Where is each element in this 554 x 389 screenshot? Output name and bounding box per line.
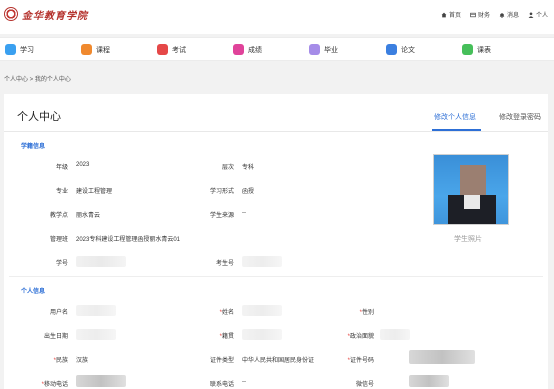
phone-value: -- (242, 379, 246, 385)
study-mode-label: 学习形式 (209, 189, 234, 195)
profile-link-label: 个人 (535, 13, 548, 19)
username-redacted (76, 305, 116, 316)
nav-item-label: 课表 (477, 46, 491, 54)
level-value: 专科 (242, 165, 255, 171)
political-status-label: *政治面貌 (314, 331, 374, 340)
top-header: 金华教育学院 首页 财务 消息 个人 (0, 0, 554, 34)
graduation-icon (309, 44, 320, 55)
nav-item-grade[interactable]: 成绩 (233, 44, 262, 55)
exam-id-redacted (242, 256, 282, 267)
nav-item-label: 论文 (401, 46, 415, 54)
main-nav: 学习 课程 考试 成绩 毕业 论文 课表 (0, 37, 554, 61)
finance-link-label: 财务 (477, 13, 490, 19)
name-label-text: 姓名 (221, 310, 234, 316)
study-icon (5, 44, 16, 55)
student-id-label: 学号 (55, 261, 68, 267)
thesis-icon (386, 44, 397, 55)
birth-date-redacted (76, 329, 116, 340)
grade-label: 年级 (55, 165, 68, 171)
student-id-redacted (76, 256, 126, 267)
finance-icon (470, 12, 476, 17)
photo-caption: 学生照片 (454, 236, 482, 243)
level-label: 层次 (221, 165, 234, 171)
grade-icon (233, 44, 244, 55)
nav-item-label: 考试 (172, 46, 186, 54)
finance-link[interactable]: 财务 (470, 10, 490, 19)
student-photo (433, 154, 509, 225)
ethnicity-value: 汉族 (76, 358, 89, 364)
messages-link[interactable]: 消息 (499, 10, 519, 19)
mobile-label-text: 移动电话 (43, 382, 68, 388)
native-place-label-text: 籍贯 (221, 334, 234, 340)
political-status-redacted (380, 329, 410, 340)
id-type-label: 证件类型 (209, 358, 234, 364)
class-value: 2023专科建设工程管理函授丽水青云01 (76, 237, 181, 243)
nav-item-study[interactable]: 学习 (5, 44, 34, 55)
messages-link-label: 消息 (506, 13, 519, 19)
personal-section-title: 个人信息 (21, 289, 46, 295)
nav-item-label: 成绩 (248, 46, 262, 54)
breadcrumb: 个人中心 > 我的个人中心 (4, 77, 71, 83)
name-redacted (242, 305, 282, 316)
bell-icon (499, 12, 505, 18)
page-title: 个人中心 (17, 111, 61, 123)
ethnicity-label-text: 民族 (55, 358, 68, 364)
student-source-label: 学生来源 (209, 213, 234, 219)
home-icon (441, 12, 447, 17)
username-label: 用户名 (49, 310, 68, 316)
teaching-site-value: 丽水青云 (76, 213, 101, 219)
wechat-redacted (409, 375, 449, 387)
id-type-value: 中华人民共和国居民身份证 (242, 358, 315, 364)
nav-item-course[interactable]: 课程 (81, 44, 110, 55)
tab-edit-info[interactable]: 修改个人信息 (434, 112, 476, 122)
profile-link[interactable]: 个人 (528, 10, 548, 19)
id-number-label: *证件号码 (314, 355, 374, 364)
nav-item-exam[interactable]: 考试 (157, 44, 186, 55)
header-divider (4, 131, 548, 132)
study-mode-value: 函授 (242, 189, 255, 195)
course-icon (81, 44, 92, 55)
wechat-label: 微信号 (355, 382, 374, 388)
academic-section-title: 学籍信息 (21, 144, 46, 150)
nav-item-thesis[interactable]: 论文 (386, 44, 415, 55)
nav-item-label: 毕业 (324, 46, 338, 54)
profile-card: 个人中心 修改个人信息 修改登录密码 学籍信息 年级 2023 层次 专科 专业… (4, 94, 548, 389)
photo-face (460, 165, 486, 195)
name-label: *姓名 (174, 307, 234, 316)
gender-label-text: 性别 (361, 310, 374, 316)
major-label: 专业 (55, 189, 68, 195)
nav-item-timetable[interactable]: 课表 (462, 44, 491, 55)
id-number-redacted (409, 350, 475, 364)
class-label: 管理班 (49, 237, 68, 243)
timetable-icon (462, 44, 473, 55)
native-place-label: *籍贯 (174, 331, 234, 340)
home-link-label: 首页 (448, 13, 461, 19)
top-links: 首页 财务 消息 个人 (441, 10, 548, 19)
political-status-label-text: 政治面貌 (349, 334, 374, 340)
phone-label: 联系电话 (209, 382, 234, 388)
gender-label: *性别 (314, 307, 374, 316)
school-logo-icon (4, 7, 18, 21)
mobile-redacted (76, 375, 126, 387)
nav-item-graduation[interactable]: 毕业 (309, 44, 338, 55)
native-place-redacted (242, 329, 282, 340)
nav-item-label: 学习 (20, 46, 34, 54)
home-link[interactable]: 首页 (441, 10, 461, 19)
id-number-label-text: 证件号码 (349, 358, 374, 364)
teaching-site-label: 教学点 (49, 213, 68, 219)
major-value: 建设工程管理 (76, 189, 113, 195)
school-name: 金华教育学院 (22, 11, 88, 22)
nav-item-label: 课程 (96, 46, 110, 54)
grade-value: 2023 (76, 162, 90, 168)
birth-date-label: 出生日期 (43, 334, 68, 340)
student-source-value: -- (242, 210, 246, 216)
ethnicity-label: *民族 (8, 355, 68, 364)
mobile-label: *移动电话 (8, 379, 68, 388)
exam-id-label: 考生号 (215, 261, 234, 267)
exam-icon (157, 44, 168, 55)
tab-edit-password[interactable]: 修改登录密码 (499, 112, 541, 122)
photo-collar (464, 195, 480, 209)
user-icon (528, 11, 534, 18)
section-divider (9, 276, 543, 277)
